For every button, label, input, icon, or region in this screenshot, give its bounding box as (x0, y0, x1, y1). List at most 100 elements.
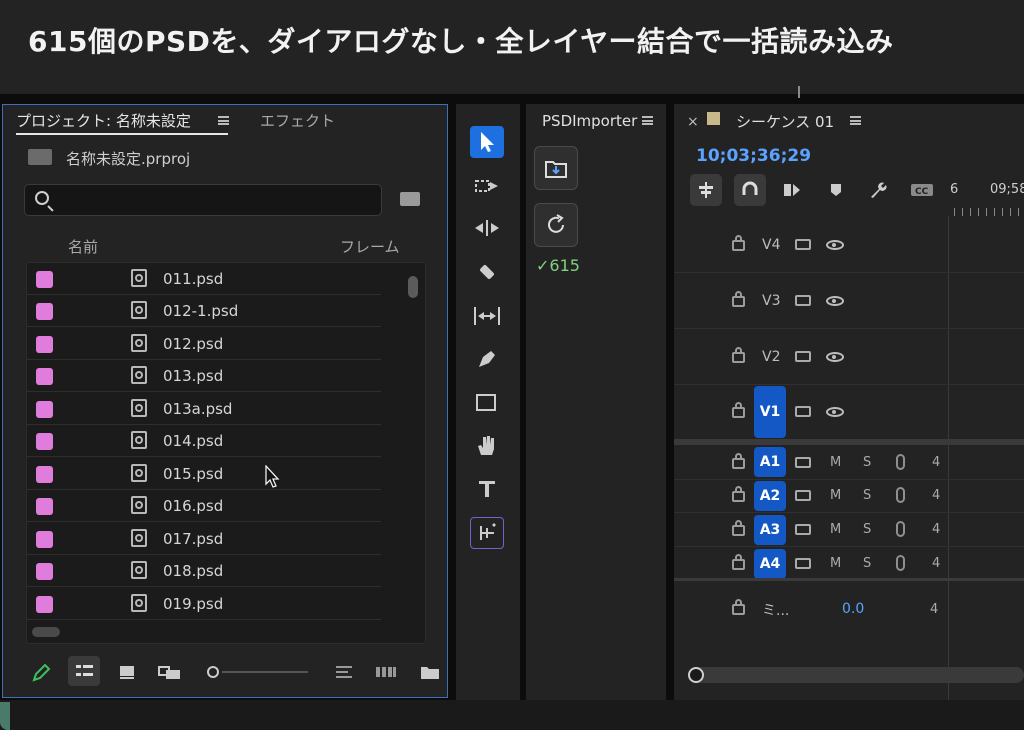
snap-magnet-icon[interactable] (734, 174, 766, 206)
sync-lock-icon[interactable] (795, 406, 811, 417)
mute-button[interactable]: M (830, 455, 841, 470)
solo-button[interactable]: S (863, 455, 871, 470)
sync-lock-icon[interactable] (795, 524, 811, 535)
lock-icon[interactable] (732, 291, 745, 307)
lock-icon[interactable] (732, 235, 745, 251)
ripple-edit-tool[interactable] (470, 212, 504, 244)
mute-button[interactable]: M (830, 556, 841, 571)
solo-button[interactable]: S (863, 522, 871, 537)
microphone-icon[interactable] (896, 555, 905, 571)
tab-effects[interactable]: エフェクト (260, 110, 335, 131)
horizontal-scrollbar[interactable] (32, 627, 60, 637)
sync-lock-icon[interactable] (795, 295, 811, 306)
sync-lock-icon[interactable] (795, 457, 811, 468)
lock-icon[interactable] (732, 486, 745, 502)
captions-icon[interactable]: CC (906, 174, 938, 206)
list-item[interactable]: 017.psd (27, 523, 381, 555)
panel-menu-icon[interactable] (642, 116, 653, 125)
folder-up-icon[interactable] (28, 149, 52, 165)
timecode[interactable]: 10;03;36;29 (696, 146, 811, 166)
new-bin-icon[interactable] (419, 662, 441, 682)
master-track-label[interactable]: ミ... (762, 600, 789, 620)
sync-lock-icon[interactable] (795, 351, 811, 362)
search-input[interactable] (24, 184, 382, 216)
list-item[interactable]: 011.psd (27, 263, 381, 295)
generative-extend-tool[interactable] (470, 517, 504, 549)
find-bin-icon[interactable] (400, 192, 420, 206)
selection-tool[interactable] (470, 126, 504, 158)
track-target-v1[interactable]: V1 (754, 386, 786, 438)
lock-icon[interactable] (732, 520, 745, 536)
microphone-icon[interactable] (896, 487, 905, 503)
track-select-tool[interactable] (470, 170, 504, 202)
timeline-zoom-handle[interactable] (688, 667, 704, 683)
solo-button[interactable]: S (863, 488, 871, 503)
vertical-scrollbar[interactable] (408, 276, 418, 298)
track-target-a1[interactable]: A1 (754, 447, 786, 477)
lock-icon[interactable] (732, 347, 745, 363)
razor-tool[interactable] (470, 256, 504, 288)
eye-icon[interactable] (826, 296, 844, 306)
panel-menu-icon[interactable] (850, 116, 861, 125)
eye-icon[interactable] (826, 240, 844, 250)
panel-menu-icon[interactable] (218, 116, 229, 125)
track-target-a2[interactable]: A2 (754, 481, 786, 511)
track-label-v2[interactable]: V2 (762, 349, 780, 365)
track-target-a4[interactable]: A4 (754, 549, 786, 579)
video-audio-divider[interactable] (674, 439, 1024, 445)
list-view-button[interactable] (68, 656, 100, 686)
list-item[interactable]: 013a.psd (27, 393, 381, 425)
microphone-icon[interactable] (896, 454, 905, 470)
linked-selection-icon[interactable] (776, 174, 808, 206)
mute-button[interactable]: M (830, 488, 841, 503)
slip-tool[interactable] (470, 300, 504, 332)
lock-icon[interactable] (732, 402, 745, 418)
hand-tool[interactable] (470, 430, 504, 462)
eye-icon[interactable] (826, 407, 844, 417)
sort-icon[interactable] (333, 662, 355, 682)
pencil-icon[interactable] (30, 662, 52, 684)
lock-icon[interactable] (732, 453, 745, 469)
solo-button[interactable]: S (863, 556, 871, 571)
zoom-slider-track[interactable] (222, 671, 308, 673)
track-label-v3[interactable]: V3 (762, 293, 780, 309)
sequence-tab[interactable]: シーケンス 01 (736, 111, 834, 132)
automate-to-sequence-icon[interactable] (374, 662, 398, 682)
list-item[interactable]: 013.psd (27, 360, 381, 392)
column-header-name[interactable]: 名前 (68, 236, 98, 257)
sync-lock-icon[interactable] (795, 558, 811, 569)
icon-view-icon[interactable] (117, 662, 137, 682)
refresh-button[interactable] (534, 203, 578, 247)
import-button[interactable] (534, 146, 578, 190)
track-target-a3[interactable]: A3 (754, 515, 786, 545)
list-item[interactable]: 012-1.psd (27, 295, 381, 327)
list-item[interactable]: 015.psd (27, 458, 381, 490)
microphone-icon[interactable] (896, 521, 905, 537)
add-marker-icon[interactable] (820, 174, 852, 206)
list-item[interactable]: 018.psd (27, 555, 381, 587)
time-ruler[interactable] (954, 208, 1024, 216)
pen-tool[interactable] (470, 343, 504, 375)
type-tool[interactable] (470, 473, 504, 505)
lock-icon[interactable] (732, 554, 745, 570)
lock-icon[interactable] (732, 599, 745, 615)
timeline-zoom-scrollbar[interactable] (690, 667, 1024, 683)
rectangle-tool[interactable] (470, 387, 504, 419)
column-header-frame[interactable]: フレーム (340, 236, 400, 257)
master-volume-value[interactable]: 0.0 (842, 601, 864, 617)
list-item[interactable]: 019.psd (27, 588, 381, 620)
sync-lock-icon[interactable] (795, 239, 811, 250)
freeform-view-icon[interactable] (157, 662, 183, 682)
sync-lock-icon[interactable] (795, 490, 811, 501)
tab-project[interactable]: プロジェクト: 名称未設定 (16, 110, 191, 131)
nest-button[interactable] (690, 174, 722, 206)
track-label-v4[interactable]: V4 (762, 237, 780, 253)
mute-button[interactable]: M (830, 522, 841, 537)
list-item[interactable]: 014.psd (27, 425, 381, 457)
list-item[interactable]: 012.psd (27, 328, 381, 360)
eye-icon[interactable] (826, 352, 844, 362)
wrench-icon[interactable] (862, 174, 894, 206)
zoom-slider-knob[interactable] (207, 666, 219, 678)
list-item[interactable]: 016.psd (27, 490, 381, 522)
close-icon[interactable]: × (687, 114, 699, 130)
